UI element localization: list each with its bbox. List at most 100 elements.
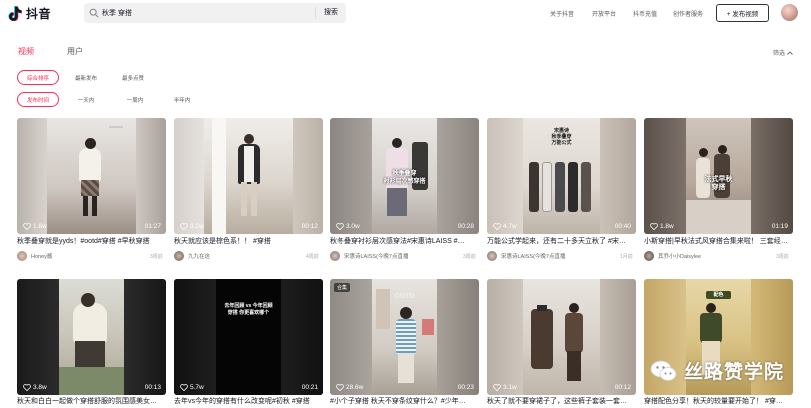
nav-open-platform[interactable]: 开放平台 bbox=[592, 9, 616, 18]
tab-user[interactable]: 用户 bbox=[67, 46, 83, 57]
video-duration: 00:12 bbox=[301, 223, 318, 230]
video-title[interactable]: 万能公式学起来，还有二十多天立秋了 #宋… bbox=[487, 236, 636, 246]
heart-icon bbox=[23, 384, 31, 391]
publish-video-button[interactable]: + 发布视频 bbox=[716, 4, 769, 22]
app-name: 抖音 bbox=[26, 6, 52, 21]
heart-icon bbox=[23, 223, 31, 230]
chip-sort-comprehensive[interactable]: 综合排序 bbox=[17, 70, 59, 85]
video-overlay-text: 秋季叠穿 衬衫层次感穿搭 bbox=[383, 171, 426, 185]
video-title[interactable]: 穿搭配色分享！秋天的较量要开始了！ #穿… bbox=[644, 396, 793, 406]
video-card[interactable]: 合集 OOTD 28.6w 00:23 bbox=[330, 279, 479, 395]
heart-icon bbox=[336, 223, 344, 230]
filter-label: 筛选 bbox=[773, 51, 786, 57]
video-overlay-text: 配色 bbox=[706, 291, 731, 299]
like-count: 28.6w bbox=[336, 384, 363, 391]
video-overlay-text: OOTD bbox=[394, 293, 415, 300]
chip-one-day[interactable]: 一天内 bbox=[68, 92, 104, 107]
video-title[interactable]: 秋冬叠穿衬衫层次感穿法#宋惠诗LAISS #… bbox=[330, 236, 479, 246]
like-count: 3.8w bbox=[23, 384, 47, 391]
video-duration: 00:21 bbox=[301, 384, 318, 391]
video-author[interactable]: 其乔小小Daisylee bbox=[644, 251, 793, 261]
collection-badge: 合集 bbox=[334, 283, 351, 292]
video-author[interactable]: Honey酱 bbox=[17, 251, 166, 261]
video-duration: 00:13 bbox=[144, 384, 161, 391]
video-title[interactable]: 秋天就应该是棕色系！！ #穿搭 bbox=[174, 236, 323, 246]
chip-half-year[interactable]: 半年内 bbox=[164, 92, 200, 107]
video-card[interactable]: 1.8w 01:27 bbox=[17, 118, 166, 234]
filter-button[interactable]: 筛选 bbox=[773, 48, 793, 57]
publish-time: 1月前 bbox=[620, 254, 633, 260]
video-title[interactable]: 秋天了就不要穿裙子了，这些裤子套装一套… bbox=[487, 396, 636, 406]
like-count: 5.7w bbox=[180, 384, 204, 391]
publish-time: 3周前 bbox=[150, 254, 163, 260]
video-overlay-text: 去年回顾 vs 今年回顾 穿搭 你更喜欢哪个 bbox=[224, 303, 273, 316]
video-duration: 00:40 bbox=[614, 223, 631, 230]
search-button[interactable]: 搜索 bbox=[315, 7, 346, 19]
heart-icon bbox=[180, 384, 188, 391]
video-thumbnail bbox=[59, 279, 124, 395]
wechat-icon bbox=[650, 360, 677, 381]
video-card[interactable]: 3.2w 00:12 bbox=[174, 118, 323, 234]
video-title[interactable]: 秋天和白白一起做个穿搭舒服的氛围感美女… bbox=[17, 396, 166, 406]
douyin-logo[interactable]: 抖音 bbox=[8, 4, 51, 22]
video-author[interactable]: 宋惠诗LAISS(今晚7点直播 bbox=[330, 251, 479, 261]
video-thumbnail bbox=[204, 118, 293, 234]
video-title[interactable]: 秋季叠穿就是yyds！#ootd#穿搭 #早秋穿搭 bbox=[17, 236, 166, 246]
publish-time: 4周前 bbox=[306, 254, 319, 260]
search-bar: 搜索 bbox=[84, 3, 346, 23]
like-count: 3.0w bbox=[336, 223, 360, 230]
chip-sort-most-liked[interactable]: 最多点赞 bbox=[113, 70, 153, 85]
publish-time: 3周前 bbox=[776, 254, 789, 260]
video-thumbnail bbox=[216, 279, 281, 395]
search-input[interactable] bbox=[99, 4, 315, 22]
chip-one-week[interactable]: 一周内 bbox=[117, 92, 153, 107]
heart-icon bbox=[493, 223, 501, 230]
chip-publish-time[interactable]: 发布时间 bbox=[17, 92, 59, 107]
douyin-logo-icon bbox=[8, 6, 23, 21]
video-duration: 00:12 bbox=[614, 384, 631, 391]
nav-recharge[interactable]: 抖币充值 bbox=[633, 9, 657, 18]
video-overlay-text: 宋惠诗 秋季叠穿 万能公式 bbox=[551, 128, 572, 146]
chip-sort-latest[interactable]: 最新发布 bbox=[66, 70, 106, 85]
video-title[interactable]: #小个子穿搭 秋天不穿条纹穿什么？#少年… bbox=[330, 396, 479, 406]
video-card[interactable]: 3.1w 00:12 bbox=[487, 279, 636, 395]
video-card[interactable]: 秋季叠穿 衬衫层次感穿搭 3.0w 00:28 bbox=[330, 118, 479, 234]
video-card[interactable]: 去年回顾 vs 今年回顾 穿搭 你更喜欢哪个 5.7w 00:21 bbox=[174, 279, 323, 395]
video-duration: 00:23 bbox=[457, 384, 474, 391]
video-card[interactable]: 法式早秋 穿搭 1.8w 01:19 bbox=[644, 118, 793, 234]
like-count: 3.1w bbox=[493, 384, 517, 391]
tab-video[interactable]: 视频 bbox=[18, 46, 34, 57]
video-title[interactable]: 去年vs今年的穿搭有什么改变呢#初秋 #穿搭 bbox=[174, 396, 323, 406]
like-count: 4.7w bbox=[493, 223, 517, 230]
author-avatar bbox=[644, 251, 654, 261]
heart-icon bbox=[650, 223, 658, 230]
heart-icon bbox=[180, 223, 188, 230]
author-avatar bbox=[17, 251, 27, 261]
user-avatar[interactable] bbox=[781, 4, 798, 21]
like-count: 1.8w bbox=[23, 223, 47, 230]
nav-creator-service[interactable]: 创作者服务 bbox=[673, 9, 703, 18]
video-title[interactable]: 小斯穿搭|早秋法式风穿搭合集来啦！ 三套经… bbox=[644, 236, 793, 246]
nav-about[interactable]: 关于抖音 bbox=[550, 9, 574, 18]
video-author[interactable]: 九九在这 bbox=[174, 251, 323, 261]
like-count: 3.2w bbox=[180, 223, 204, 230]
video-author[interactable]: 宋惠诗LAISS(今晚7点直播 bbox=[487, 251, 636, 261]
author-avatar bbox=[330, 251, 340, 261]
like-count: 1.8w bbox=[650, 223, 674, 230]
watermark-text: 丝路赞学院 bbox=[684, 362, 785, 383]
watermark: 丝路赞学院 bbox=[650, 357, 784, 384]
heart-icon bbox=[493, 384, 501, 391]
search-icon bbox=[89, 8, 99, 18]
video-card[interactable]: 3.8w 00:13 bbox=[17, 279, 166, 395]
author-avatar bbox=[174, 251, 184, 261]
video-card[interactable]: 宋惠诗 秋季叠穿 万能公式 4.7w 00:40 bbox=[487, 118, 636, 234]
video-duration: 01:27 bbox=[144, 223, 161, 230]
author-avatar bbox=[487, 251, 497, 261]
video-overlay-text: 法式早秋 穿搭 bbox=[704, 176, 733, 191]
video-thumbnail bbox=[523, 279, 600, 395]
publish-time: 3周前 bbox=[463, 254, 476, 260]
video-duration: 01:19 bbox=[771, 223, 788, 230]
top-header: 抖音 搜索 关于抖音 开放平台 抖币充值 创作者服务 + 发布视频 bbox=[0, 0, 811, 27]
video-thumbnail bbox=[47, 118, 136, 234]
heart-icon bbox=[336, 384, 344, 391]
